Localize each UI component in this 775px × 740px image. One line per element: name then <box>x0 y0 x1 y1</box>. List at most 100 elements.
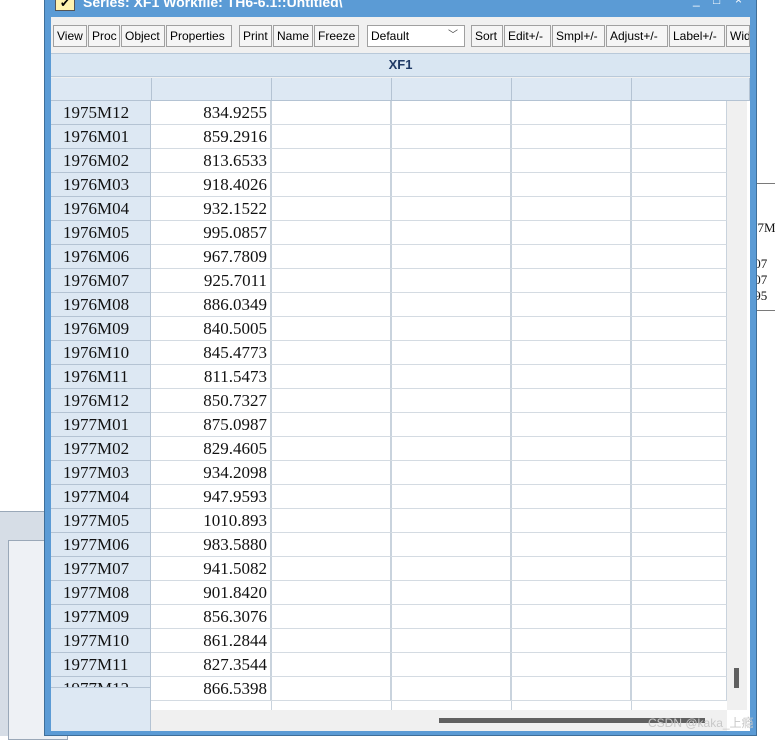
empty-cell[interactable] <box>631 101 727 125</box>
empty-cell[interactable] <box>511 173 631 197</box>
empty-cell[interactable] <box>391 317 511 341</box>
empty-cell[interactable] <box>271 389 391 413</box>
table-row[interactable]: 1976M05 995.0857 <box>51 221 727 245</box>
table-row[interactable]: 1977M06 983.5880 <box>51 533 727 557</box>
empty-cell[interactable] <box>391 413 511 437</box>
empty-cell[interactable] <box>391 149 511 173</box>
obs-label-cell[interactable]: 1976M07 <box>51 269 151 293</box>
empty-cell[interactable] <box>391 269 511 293</box>
empty-cell[interactable] <box>631 581 727 605</box>
empty-cell[interactable] <box>391 461 511 485</box>
empty-cell[interactable] <box>271 125 391 149</box>
empty-cell[interactable] <box>631 125 727 149</box>
empty-cell[interactable] <box>391 653 511 677</box>
value-cell[interactable]: 995.0857 <box>151 221 271 245</box>
table-row[interactable]: 1977M11 827.3544 <box>51 653 727 677</box>
column-header[interactable] <box>152 78 272 101</box>
empty-cell[interactable] <box>631 389 727 413</box>
obs-label-cell[interactable]: 1977M11 <box>51 653 151 677</box>
value-cell[interactable]: 967.7809 <box>151 245 271 269</box>
empty-cell[interactable] <box>631 461 727 485</box>
proc-button[interactable]: Proc <box>88 25 120 47</box>
value-cell[interactable]: 875.0987 <box>151 413 271 437</box>
obs-label-cell[interactable]: 1976M11 <box>51 365 151 389</box>
empty-cell[interactable] <box>511 317 631 341</box>
value-cell[interactable]: 829.4605 <box>151 437 271 461</box>
empty-cell[interactable] <box>511 389 631 413</box>
empty-cell[interactable] <box>271 293 391 317</box>
value-cell[interactable]: 811.5473 <box>151 365 271 389</box>
empty-cell[interactable] <box>631 437 727 461</box>
empty-cell[interactable] <box>271 629 391 653</box>
empty-cell[interactable] <box>511 125 631 149</box>
value-cell[interactable]: 934.2098 <box>151 461 271 485</box>
obs-label-cell[interactable]: 1976M02 <box>51 149 151 173</box>
empty-cell[interactable] <box>271 653 391 677</box>
empty-cell[interactable] <box>271 317 391 341</box>
empty-cell[interactable] <box>631 221 727 245</box>
edit-toggle-button[interactable]: Edit+/- <box>504 25 551 47</box>
empty-cell[interactable] <box>271 581 391 605</box>
empty-cell[interactable] <box>511 293 631 317</box>
table-row[interactable]: 1977M09 856.3076 <box>51 605 727 629</box>
obs-label-cell[interactable]: 1976M12 <box>51 389 151 413</box>
empty-cell[interactable] <box>511 629 631 653</box>
value-cell[interactable]: 918.4026 <box>151 173 271 197</box>
obs-label-cell[interactable]: 1976M08 <box>51 293 151 317</box>
empty-cell[interactable] <box>391 221 511 245</box>
empty-cell[interactable] <box>271 341 391 365</box>
value-cell[interactable]: 827.3544 <box>151 653 271 677</box>
empty-cell[interactable] <box>511 461 631 485</box>
label-toggle-button[interactable]: Label+/- <box>669 25 725 47</box>
empty-cell[interactable] <box>271 101 391 125</box>
empty-cell[interactable] <box>511 269 631 293</box>
empty-cell[interactable] <box>511 101 631 125</box>
empty-cell[interactable] <box>271 173 391 197</box>
empty-cell[interactable] <box>271 485 391 509</box>
table-row[interactable]: 1976M06 967.7809 <box>51 245 727 269</box>
view-button[interactable]: View <box>53 25 87 47</box>
obs-label-cell[interactable]: 1977M04 <box>51 485 151 509</box>
empty-cell[interactable] <box>511 221 631 245</box>
empty-cell[interactable] <box>391 389 511 413</box>
column-header[interactable] <box>272 78 392 101</box>
sort-button[interactable]: Sort <box>471 25 503 47</box>
empty-cell[interactable] <box>271 365 391 389</box>
empty-cell[interactable] <box>391 485 511 509</box>
value-cell[interactable]: 866.5398 <box>151 677 271 701</box>
obs-label-cell[interactable]: 1977M02 <box>51 437 151 461</box>
value-cell[interactable]: 1010.893 <box>151 509 271 533</box>
empty-cell[interactable] <box>391 173 511 197</box>
empty-cell[interactable] <box>271 509 391 533</box>
table-row[interactable]: 1976M03 918.4026 <box>51 173 727 197</box>
obs-label-cell[interactable]: 1976M05 <box>51 221 151 245</box>
table-row[interactable]: 1977M04 947.9593 <box>51 485 727 509</box>
empty-cell[interactable] <box>511 605 631 629</box>
obs-label-cell[interactable]: 1977M07 <box>51 557 151 581</box>
table-row[interactable]: 1977M10 861.2844 <box>51 629 727 653</box>
value-cell[interactable]: 859.2916 <box>151 125 271 149</box>
column-header[interactable] <box>392 78 512 101</box>
empty-cell[interactable] <box>631 293 727 317</box>
value-cell[interactable]: 941.5082 <box>151 557 271 581</box>
value-cell[interactable]: 845.4773 <box>151 341 271 365</box>
empty-cell[interactable] <box>271 605 391 629</box>
spreadsheet-grid[interactable]: 1975M12 834.9255 1976M01 859.2916 1976M02 813… <box>51 78 750 731</box>
empty-cell[interactable] <box>631 341 727 365</box>
empty-cell[interactable] <box>391 197 511 221</box>
table-row[interactable]: 1977M08 901.8420 <box>51 581 727 605</box>
obs-label-cell[interactable]: 1977M01 <box>51 413 151 437</box>
empty-cell[interactable] <box>271 677 391 701</box>
column-header[interactable] <box>512 78 632 101</box>
table-row[interactable]: 1977M01 875.0987 <box>51 413 727 437</box>
table-row[interactable]: 1977M07 941.5082 <box>51 557 727 581</box>
print-button[interactable]: Print <box>239 25 272 47</box>
empty-cell[interactable] <box>271 221 391 245</box>
empty-cell[interactable] <box>391 341 511 365</box>
freeze-button[interactable]: Freeze <box>314 25 359 47</box>
empty-cell[interactable] <box>271 245 391 269</box>
minimize-button[interactable]: _ <box>693 0 700 7</box>
vertical-scrollbar[interactable] <box>727 101 747 710</box>
empty-cell[interactable] <box>631 149 727 173</box>
obs-label-cell[interactable]: 1976M10 <box>51 341 151 365</box>
